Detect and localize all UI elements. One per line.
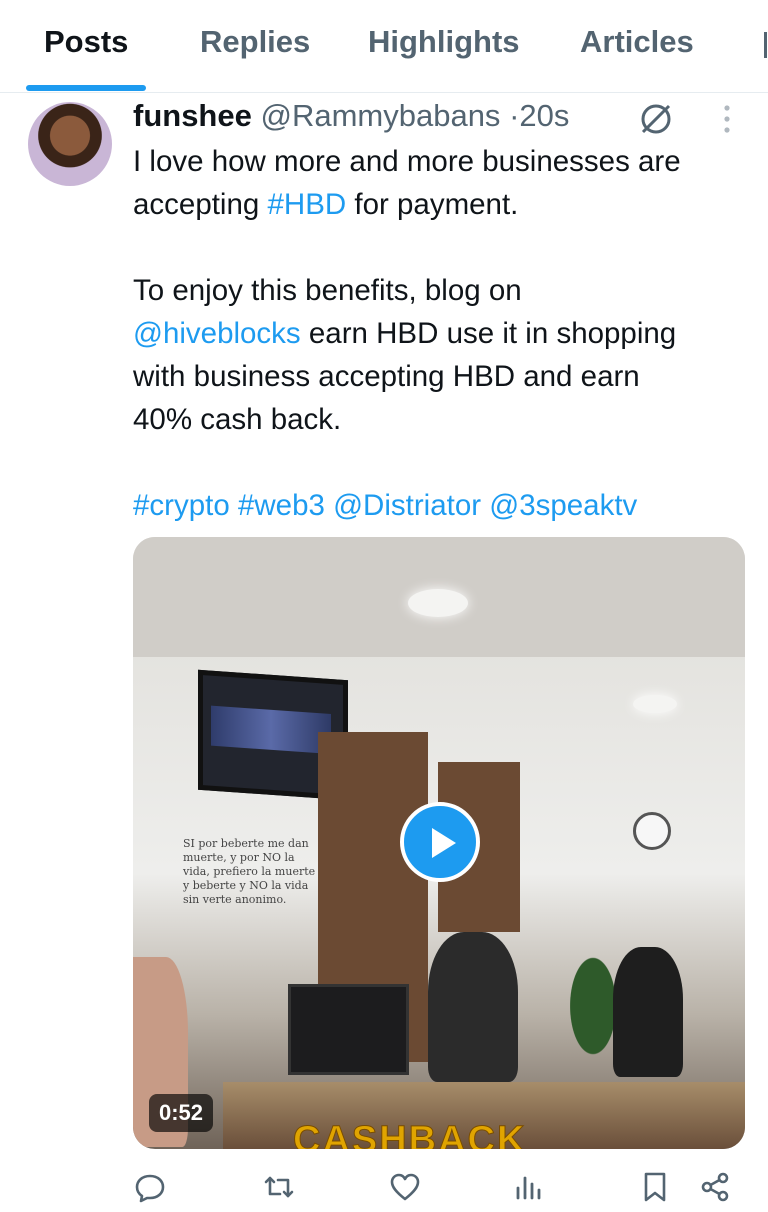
post-text-line: To enjoy this benefits, blog on: [133, 269, 753, 312]
author-handle[interactable]: @Rammybabans: [260, 98, 500, 133]
post-text-segment: with business accepting HBD and earn: [133, 360, 640, 393]
tab-highlights[interactable]: Highlights: [368, 24, 520, 60]
grok-icon[interactable]: [637, 100, 675, 138]
video-duration: 0:52: [149, 1094, 214, 1132]
separator-dot: ·: [509, 98, 520, 133]
post-actions: [0, 1160, 768, 1212]
hashtag-link[interactable]: #HBD: [267, 188, 346, 221]
bookmark-icon[interactable]: [638, 1170, 672, 1204]
video-person: [613, 947, 683, 1077]
tab-overflow-edge: [764, 32, 767, 58]
tab-posts[interactable]: Posts: [44, 24, 128, 60]
views-icon[interactable]: [512, 1170, 546, 1204]
video-player[interactable]: SI por beberte me dan muerte, y por NO l…: [133, 537, 745, 1149]
post-time[interactable]: 20s: [519, 98, 569, 133]
post-text-line: [133, 226, 753, 269]
tab-articles[interactable]: Articles: [580, 24, 694, 60]
post-text-segment: accepting: [133, 188, 268, 221]
tab-replies[interactable]: Replies: [200, 24, 310, 60]
play-button[interactable]: [400, 802, 480, 882]
reply-icon[interactable]: [133, 1170, 167, 1204]
video-person: [428, 932, 518, 1082]
post-text-segment: To enjoy this benefits, blog on: [133, 274, 522, 307]
post-text-segment: I love how more and more businesses are: [133, 145, 681, 178]
post-text-line: @hiveblocks earn HBD use it in shopping: [133, 312, 753, 355]
video-lamp: [633, 695, 677, 713]
post-text-line: #crypto #web3 @Distriator @3speaktv: [133, 484, 753, 527]
author-name[interactable]: funshee: [133, 98, 252, 133]
post-header: funshee @Rammybabans ·20s: [133, 98, 569, 134]
post-text-line: [133, 441, 753, 484]
video-overlay-text: CASHBACK: [292, 1119, 527, 1150]
mention-link[interactable]: @3speaktv: [489, 489, 637, 522]
post-text-line: accepting #HBD for payment.: [133, 183, 753, 226]
play-icon: [432, 828, 456, 858]
post-text: I love how more and more businesses are a…: [133, 140, 753, 527]
post-text-segment: [230, 489, 238, 522]
video-wall-sign: SI por beberte me dan muerte, y por NO l…: [183, 837, 316, 906]
active-tab-indicator: [26, 85, 146, 91]
like-icon[interactable]: [388, 1170, 422, 1204]
post-text-line: I love how more and more businesses are: [133, 140, 753, 183]
more-vertical-icon[interactable]: [722, 104, 732, 134]
mention-link[interactable]: @Distriator: [333, 489, 481, 522]
post-text-segment: [325, 489, 333, 522]
hashtag-link[interactable]: #web3: [238, 489, 325, 522]
post-text-segment: for payment.: [346, 188, 519, 221]
post-text-line: with business accepting HBD and earn: [133, 355, 753, 398]
repost-icon[interactable]: [262, 1170, 296, 1204]
profile-tabs: Posts Replies Highlights Articles: [0, 0, 768, 93]
post-text-line: 40% cash back.: [133, 398, 753, 441]
video-clock: [633, 812, 671, 850]
share-icon[interactable]: [698, 1170, 732, 1204]
mention-link[interactable]: @hiveblocks: [133, 317, 301, 350]
post-text-segment: 40% cash back.: [133, 403, 342, 436]
video-lamp: [408, 589, 468, 617]
hashtag-link[interactable]: #crypto: [133, 489, 230, 522]
post-text-segment: earn HBD use it in shopping: [300, 317, 677, 350]
video-monitor: [288, 984, 409, 1075]
avatar[interactable]: [28, 102, 112, 186]
